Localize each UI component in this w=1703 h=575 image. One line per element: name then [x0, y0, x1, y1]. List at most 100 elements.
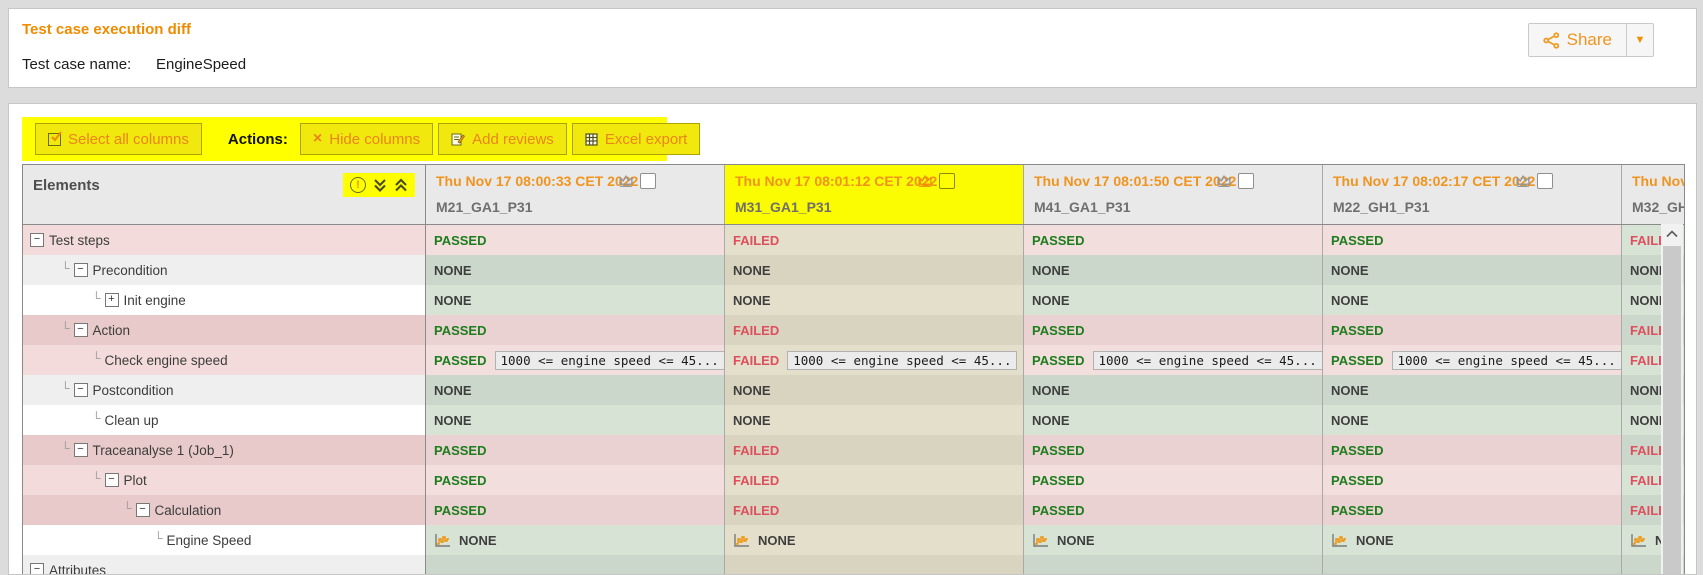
column-header-controls	[1515, 173, 1553, 189]
table-row-calculation: └ − Calculation PASSED FAILED PASSED PASSED FAI…	[23, 495, 1684, 525]
column-checkbox[interactable]	[1537, 173, 1553, 189]
share-button-main[interactable]: Share	[1529, 24, 1626, 56]
result-cell: PASSED	[1323, 495, 1622, 525]
row-label-cell: └ Check engine speed	[23, 345, 426, 375]
status-text: PASSED	[1032, 232, 1085, 248]
select-all-columns-button[interactable]: Select all columns	[35, 123, 202, 155]
result-cell: NONE	[426, 525, 725, 555]
status-text: PASSED	[434, 472, 487, 488]
row-label: Init engine	[123, 292, 186, 308]
result-cell	[1024, 555, 1323, 574]
row-label: Calculation	[154, 502, 222, 518]
result-cell: NONE	[725, 405, 1024, 435]
select-all-columns-label: Select all columns	[68, 130, 189, 148]
crown-icon[interactable]	[618, 174, 634, 188]
result-cell: NONE	[1024, 255, 1323, 285]
column-checkbox[interactable]	[1238, 173, 1254, 189]
crown-icon[interactable]	[917, 174, 933, 188]
collapse-node-icon[interactable]: −	[30, 233, 44, 247]
result-cell	[725, 555, 1024, 574]
result-cell: PASSED	[1024, 465, 1323, 495]
result-cell: NONE	[725, 525, 1024, 555]
add-reviews-button[interactable]: Add reviews	[438, 123, 567, 155]
elements-header-icons: !	[343, 173, 415, 197]
share-dropdown-button[interactable]: ▼	[1626, 24, 1653, 56]
row-label: Clean up	[104, 412, 159, 428]
result-cell: NONE	[426, 285, 725, 315]
scrollbar-thumb[interactable]	[1663, 246, 1681, 574]
result-cell: PASSED 1000 <= engine speed <= 45...	[426, 345, 725, 375]
info-icon[interactable]: !	[350, 177, 366, 193]
expand-node-icon[interactable]: +	[104, 293, 119, 307]
assessment-value: 1000 <= engine speed <= 45...	[1092, 350, 1322, 370]
row-label-cell: − Test steps	[23, 225, 426, 255]
dropdown-caret-icon: ▼	[1634, 34, 1646, 46]
collapse-node-icon[interactable]: −	[73, 263, 88, 277]
table-row-clean-up: └ Clean up NONE NONE NONE NONE NONE	[23, 405, 1684, 435]
scroll-up-icon	[1666, 230, 1678, 238]
table-row-traceanalyse-1-job-1-: └ − Traceanalyse 1 (Job_1) PASSED FAILED PASS…	[23, 435, 1684, 465]
column-config-name: M22_GH1_P31	[1333, 199, 1430, 215]
result-cell: NONE	[1323, 405, 1622, 435]
status-text: PASSED	[1032, 442, 1085, 458]
status-text: PASSED	[1331, 352, 1384, 368]
collapse-node-icon[interactable]: −	[73, 443, 88, 457]
status-text: PASSED	[1331, 472, 1384, 488]
elements-header-label: Elements	[33, 177, 100, 194]
status-text: NONE	[1331, 382, 1369, 398]
result-cell: NONE	[1323, 255, 1622, 285]
row-label-cell: └ − Action	[23, 315, 426, 345]
table-row-engine-speed: └Engine SpeedNONENONENONENONENONE	[23, 525, 1684, 555]
signal-plot-icon	[733, 533, 750, 548]
status-text: NONE	[1331, 262, 1369, 278]
scroll-up-button[interactable]	[1661, 224, 1683, 244]
tree-connector: └	[92, 411, 101, 425]
tree-connector: └	[61, 381, 70, 395]
expand-all-icon[interactable]	[373, 178, 387, 193]
table-row-action: └ − Action PASSED FAILED PASSED PASSED FAILED	[23, 315, 1684, 345]
column-timestamp: Thu Nov 17 08:01:12 CET 2022	[735, 173, 938, 189]
collapse-node-icon[interactable]: −	[30, 563, 44, 574]
column-timestamp: Thu Nov 17 08:02:17 CET 2022	[1333, 173, 1536, 189]
excel-export-button[interactable]: Excel export	[571, 123, 701, 155]
vertical-scrollbar[interactable]	[1661, 224, 1683, 574]
status-text: NONE	[1356, 532, 1394, 548]
status-text: PASSED	[1331, 322, 1384, 338]
result-cell: PASSED	[426, 435, 725, 465]
status-text: NONE	[733, 382, 771, 398]
row-label: Engine Speed	[166, 532, 252, 548]
share-button[interactable]: Share ▼	[1527, 23, 1654, 57]
row-label-cell: └ − Postcondition	[23, 375, 426, 405]
header-panel: Test case execution diff Test case name:…	[8, 8, 1697, 88]
collapse-node-icon[interactable]: −	[135, 503, 150, 517]
collapse-node-icon[interactable]: −	[73, 323, 88, 337]
column-config-name: M21_GA1_P31	[436, 199, 533, 215]
column-config-name: M32_GH	[1632, 199, 1684, 215]
column-checkbox[interactable]	[939, 173, 955, 189]
collapse-node-icon[interactable]: −	[73, 383, 88, 397]
row-label-cell: − Attributes	[23, 555, 426, 574]
table-header-row: Elements! Thu Nov 17 08:00:33 CET 2022 M21…	[23, 165, 1684, 225]
table-row-attributes: − Attributes	[23, 555, 1684, 574]
status-text: NONE	[1032, 262, 1070, 278]
column-header-m41_ga1_p31: Thu Nov 17 08:01:50 CET 2022 M41_GA1_P31	[1024, 165, 1323, 224]
row-label: Traceanalyse 1 (Job_1)	[92, 442, 234, 458]
tree-connector: └	[61, 261, 70, 275]
collapse-node-icon[interactable]: −	[104, 473, 119, 487]
column-checkbox[interactable]	[640, 173, 656, 189]
collapse-all-icon[interactable]	[394, 178, 408, 193]
row-label: Precondition	[92, 262, 168, 278]
status-text: NONE	[434, 292, 472, 308]
crown-icon[interactable]	[1216, 174, 1232, 188]
column-header-m21_ga1_p31: Thu Nov 17 08:00:33 CET 2022 M21_GA1_P31	[426, 165, 725, 224]
result-cell: FAILED 1000 <= engine speed <= 45...	[725, 345, 1024, 375]
status-text: FAILED	[733, 232, 780, 248]
status-text: FAILED	[733, 472, 780, 488]
result-cell: NONE	[1024, 405, 1323, 435]
result-cell: PASSED	[1323, 465, 1622, 495]
hide-columns-button[interactable]: × Hide columns	[299, 123, 434, 155]
result-cell: FAILED	[725, 225, 1024, 255]
signal-plot-icon	[1032, 533, 1049, 548]
crown-icon[interactable]	[1515, 174, 1531, 188]
page-title: Test case execution diff	[22, 21, 191, 38]
